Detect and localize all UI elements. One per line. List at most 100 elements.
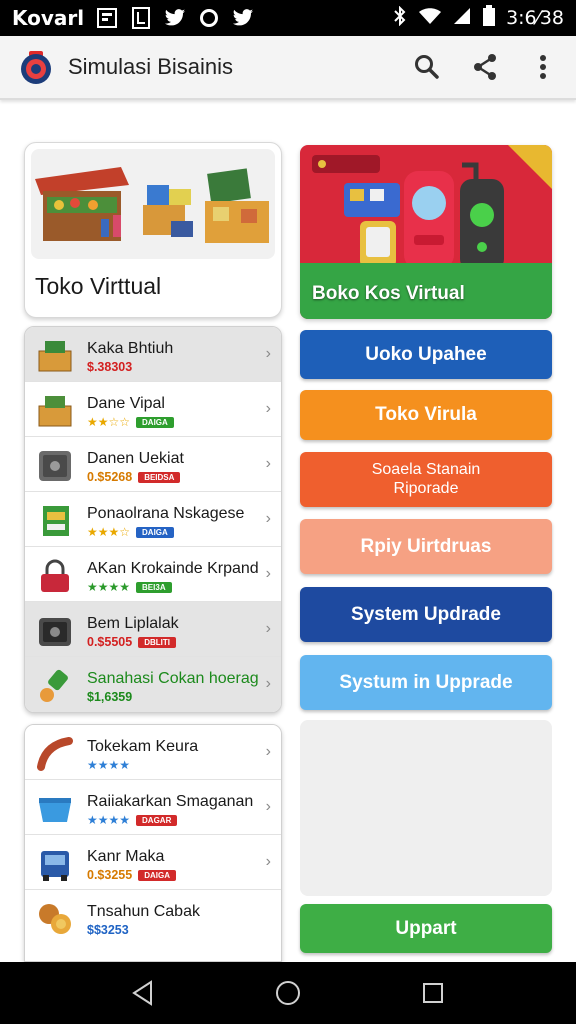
status-badge: DBLITI: [138, 636, 176, 648]
toko-virtual-label: Toko Virttual: [35, 273, 162, 299]
systum-in-upprade-button[interactable]: Systum in Upprade: [300, 655, 552, 710]
list-item[interactable]: AKan Krokainde Krpand ★★★★ BEI3A ›: [25, 547, 281, 602]
toko-virtual-card[interactable]: Toko Virttual: [24, 142, 282, 318]
uppart-button[interactable]: Uppart: [300, 904, 552, 953]
item-title: Raiiakarkan Smaganan: [87, 793, 254, 810]
search-icon: [415, 55, 439, 79]
item-title: AKan Krokainde Krpand: [87, 560, 259, 577]
home-button[interactable]: [268, 973, 308, 1013]
coins-icon: [35, 900, 75, 938]
app-logo-icon: [18, 49, 54, 85]
list-item[interactable]: Kaka Bhtiuh $.38303 ›: [25, 327, 281, 382]
chevron-right-icon: ›: [265, 798, 271, 815]
toko-virula-button[interactable]: Toko Virula: [300, 390, 552, 440]
product-list: Kaka Bhtiuh $.38303 › Dane Vipal ★★☆☆ DAI…: [24, 326, 282, 713]
boko-virtual-card[interactable]: Boko Kos Virtual: [300, 145, 552, 319]
list-item[interactable]: Bem Liplalak 0.$5505 DBLITI ›: [25, 602, 281, 657]
uoko-upahee-button[interactable]: Uoko Upahee: [300, 330, 552, 379]
chevron-right-icon: ›: [265, 853, 271, 870]
item-title: Kaka Bhtiuh: [87, 340, 174, 357]
app-bar: Simulasi Bisainis: [0, 36, 576, 100]
store-illustration: [31, 149, 275, 259]
chevron-right-icon: ›: [265, 675, 271, 692]
flipboard-icon: [96, 7, 118, 29]
share-button[interactable]: [470, 52, 500, 82]
more-vert-icon: [540, 55, 546, 79]
padlock-icon: [35, 557, 75, 595]
clock: 3:6⁄38: [506, 7, 564, 29]
item-title: Dane Vipal: [87, 395, 165, 412]
button-label-line2: Riporade: [393, 479, 459, 497]
search-button[interactable]: [412, 52, 442, 82]
list-item[interactable]: Dane Vipal ★★☆☆ DAIGA ›: [25, 382, 281, 437]
list-item[interactable]: Tokekam Keura ★★★★ ›: [25, 725, 281, 780]
system-updrade-button[interactable]: System Updrade: [300, 587, 552, 642]
back-icon: [131, 980, 152, 1006]
recents-icon: [423, 983, 444, 1003]
safe-icon: [35, 612, 75, 650]
crate-icon: [35, 392, 75, 430]
bluetooth-icon: [392, 5, 408, 31]
safe-icon: [35, 447, 75, 485]
sausage-icon: [35, 735, 75, 773]
boko-virtual-label: Boko Kos Virtual: [312, 283, 465, 304]
rating-stars: ★★☆☆: [87, 415, 131, 429]
item-price: $$3253: [87, 923, 129, 937]
chevron-right-icon: ›: [265, 743, 271, 760]
list-item[interactable]: Kanr Maka 0.$3255 DAIGA ›: [25, 835, 281, 890]
navigation-bar: [0, 962, 576, 1024]
list-item[interactable]: Raiiakarkan Smaganan ★★★★ DAGAR ›: [25, 780, 281, 835]
rating-stars: ★★★★: [87, 758, 131, 772]
status-badge: BEIDSA: [138, 471, 181, 483]
more-options-button[interactable]: [528, 52, 558, 82]
signal-icon: [452, 7, 472, 30]
battery-icon: [482, 4, 496, 32]
chevron-right-icon: ›: [265, 455, 271, 472]
item-price: 0.$5505: [87, 635, 133, 649]
status-badge: DAIGA: [136, 526, 174, 538]
rating-stars: ★★★☆: [87, 525, 131, 539]
status-badge: DAGAR: [136, 814, 178, 826]
button-label: Soaela Stanain: [371, 461, 481, 479]
item-title: Tokekam Keura: [87, 738, 199, 755]
item-title: Danen Uekiat: [87, 450, 184, 467]
status-bar: Kovarl 3:6⁄38: [0, 0, 576, 36]
home-icon: [275, 981, 300, 1005]
rating-stars: ★★★★: [87, 580, 131, 594]
price-tag-icon: [508, 145, 552, 189]
chevron-right-icon: ›: [265, 620, 271, 637]
chevron-right-icon: ›: [265, 565, 271, 582]
tool-icon: [35, 667, 75, 705]
item-price: $.38303: [87, 360, 133, 374]
list-item[interactable]: Danen Uekiat 0.$5268 BEIDSA ›: [25, 437, 281, 492]
package-icon: [35, 502, 75, 540]
item-title: Tnsahun Cabak: [87, 903, 200, 920]
empty-panel: [300, 720, 552, 896]
list-item[interactable]: Ponaolrana Nskagese ★★★☆ DAIGA ›: [25, 492, 281, 547]
share-icon: [474, 54, 496, 80]
list-item[interactable]: Tnsahun Cabak $$3253: [25, 890, 281, 960]
crate-icon: [35, 337, 75, 375]
list-item[interactable]: Sanahasi Cokan hoerag $1,6359 ›: [25, 657, 281, 712]
rpiy-uirtdruas-button[interactable]: Rpiy Uirtdruas: [300, 519, 552, 574]
machine-icon: [35, 845, 75, 883]
item-title: Bem Liplalak: [87, 615, 179, 632]
twitter-icon: [164, 7, 186, 29]
back-button[interactable]: [123, 973, 163, 1013]
chevron-right-icon: ›: [265, 510, 271, 527]
status-badge: BEI3A: [136, 581, 172, 593]
recents-button[interactable]: [413, 973, 453, 1013]
status-badge: DAIGA: [136, 416, 174, 428]
notification-icon: [130, 7, 152, 29]
app-title: Simulasi Bisainis: [68, 54, 234, 79]
wifi-icon: [418, 7, 442, 30]
circle-icon: [198, 7, 220, 29]
soaela-stanain-button[interactable]: Soaela Stanain Riporade: [300, 452, 552, 507]
chevron-right-icon: ›: [265, 400, 271, 417]
basket-icon: [35, 790, 75, 828]
item-price: 0.$3255: [87, 868, 133, 882]
item-price: $1,6359: [87, 690, 133, 704]
chevron-right-icon: ›: [265, 345, 271, 362]
item-title: Ponaolrana Nskagese: [87, 505, 245, 522]
item-title: Sanahasi Cokan hoerag: [87, 670, 259, 687]
